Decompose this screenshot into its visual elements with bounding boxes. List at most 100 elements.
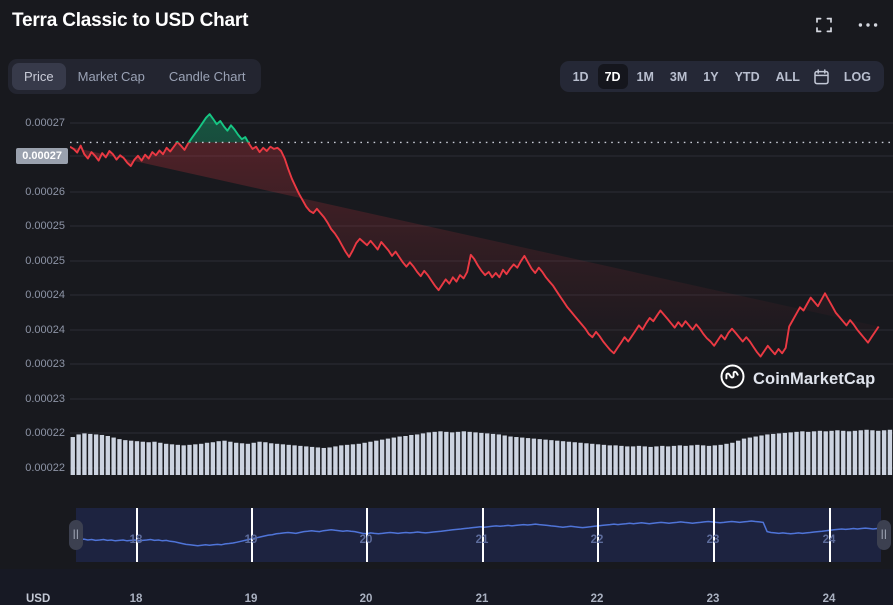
volume-bar	[665, 446, 671, 475]
volume-bar	[181, 445, 186, 475]
volume-bar	[642, 446, 647, 475]
volume-bar	[286, 444, 291, 475]
volume-bar	[117, 439, 122, 475]
volume-bar	[811, 431, 817, 475]
volume-bar	[344, 444, 350, 475]
volume-bar	[158, 442, 163, 475]
navigator-left-handle[interactable]: ||	[69, 520, 83, 550]
volume-bar	[128, 440, 134, 475]
volume-bar	[88, 433, 93, 475]
range-ytd[interactable]: YTD	[728, 64, 767, 89]
volume-bar	[397, 436, 402, 475]
x-axis-tick: 20	[359, 593, 373, 605]
plot-area[interactable]: CoinMarketCap	[70, 105, 893, 485]
volume-bar	[140, 441, 145, 475]
volume-bar	[327, 447, 332, 475]
volume-bar	[169, 444, 175, 475]
volume-bar	[146, 442, 151, 475]
volume-bar	[426, 432, 431, 475]
more-horizontal-icon[interactable]	[857, 14, 879, 36]
volume-bar	[368, 441, 373, 475]
volume-bar	[671, 445, 677, 475]
x-axis-tick: 19	[244, 593, 258, 605]
volume-bar	[175, 444, 180, 475]
currency-label: USD	[26, 593, 51, 605]
volume-bar	[525, 438, 531, 475]
tab-market-cap[interactable]: Market Cap	[66, 63, 157, 90]
volume-bar	[455, 431, 461, 475]
volume-bar	[111, 437, 116, 475]
chart-type-tabs: Price Market Cap Candle Chart	[8, 59, 262, 94]
volume-bar	[379, 439, 385, 475]
left-handle-grip: ||	[72, 529, 80, 540]
volume-bar	[601, 444, 607, 475]
volume-bar	[677, 445, 682, 475]
volume-bar	[152, 441, 157, 475]
navigator-tick-label: 18	[129, 534, 143, 546]
range-all[interactable]: ALL	[769, 64, 807, 89]
volume-bar	[520, 437, 525, 475]
volume-bar	[700, 445, 706, 475]
volume-bar	[776, 433, 782, 475]
range-1d[interactable]: 1D	[566, 64, 596, 89]
volume-bar	[485, 433, 490, 475]
range-3m[interactable]: 3M	[663, 64, 694, 89]
volume-bar	[648, 446, 653, 475]
x-axis-tick: 21	[475, 593, 489, 605]
volume-bar	[467, 431, 472, 475]
volume-bar	[852, 430, 858, 475]
y-axis-tick: 0.00022	[25, 462, 65, 474]
log-scale-toggle[interactable]: LOG	[837, 64, 878, 89]
navigator-gridlines: 18 19 20 21 22 23 24	[76, 508, 881, 562]
volume-bar	[864, 429, 869, 475]
volume-bar	[269, 443, 274, 475]
volume-bar	[782, 432, 788, 475]
range-navigator[interactable]: 18 19 20 21 22 23 24	[76, 508, 881, 562]
y-axis-tick: 0.00027	[16, 148, 68, 164]
volume-bar	[765, 434, 770, 475]
volume-bar	[414, 434, 420, 475]
navigator-right-handle[interactable]: ||	[877, 520, 891, 550]
calendar-icon[interactable]	[809, 68, 835, 85]
range-7d[interactable]: 7D	[597, 64, 628, 89]
tab-price[interactable]: Price	[12, 63, 66, 90]
price-area-down	[70, 142, 879, 357]
volume-bar	[473, 432, 478, 475]
expand-icon[interactable]	[813, 14, 835, 36]
time-range-selector: 1D 7D 1M 3M 1Y YTD ALL LOG	[559, 61, 884, 92]
volume-bar	[403, 436, 408, 475]
volume-bar	[105, 436, 110, 475]
navigator-tick-label: 22	[590, 534, 604, 546]
volume-bar	[93, 434, 99, 475]
page-title: Terra Classic to USD Chart	[12, 10, 249, 31]
volume-bar	[309, 446, 315, 475]
volume-bar	[251, 442, 256, 475]
volume-bar	[572, 442, 577, 475]
volume-bar	[438, 431, 443, 475]
volume-bar	[99, 434, 105, 475]
volume-bar	[514, 437, 519, 475]
volume-bar	[543, 439, 548, 475]
y-axis-tick: 0.00025	[25, 220, 65, 232]
volume-bar	[578, 442, 583, 475]
volume-bar	[794, 431, 799, 475]
tab-candle-chart[interactable]: Candle Chart	[157, 63, 258, 90]
volume-bar	[730, 442, 735, 475]
volume-bar	[613, 445, 618, 475]
right-handle-grip: ||	[880, 529, 888, 540]
volume-bar	[82, 433, 87, 475]
volume-bar	[280, 444, 286, 475]
chart-header: Terra Classic to USD Chart	[0, 0, 893, 50]
volume-bar	[607, 445, 612, 475]
volume-bar	[385, 438, 391, 475]
volume-bar	[222, 440, 227, 475]
range-1y[interactable]: 1Y	[696, 64, 725, 89]
volume-bar	[339, 445, 344, 475]
range-1m[interactable]: 1M	[630, 64, 661, 89]
volume-bar	[123, 440, 128, 475]
y-axis-tick: 0.00024	[25, 289, 65, 301]
volume-bar	[239, 443, 245, 475]
volume-bar	[321, 447, 326, 475]
volume-bar	[736, 440, 741, 475]
volume-bar	[625, 446, 630, 475]
